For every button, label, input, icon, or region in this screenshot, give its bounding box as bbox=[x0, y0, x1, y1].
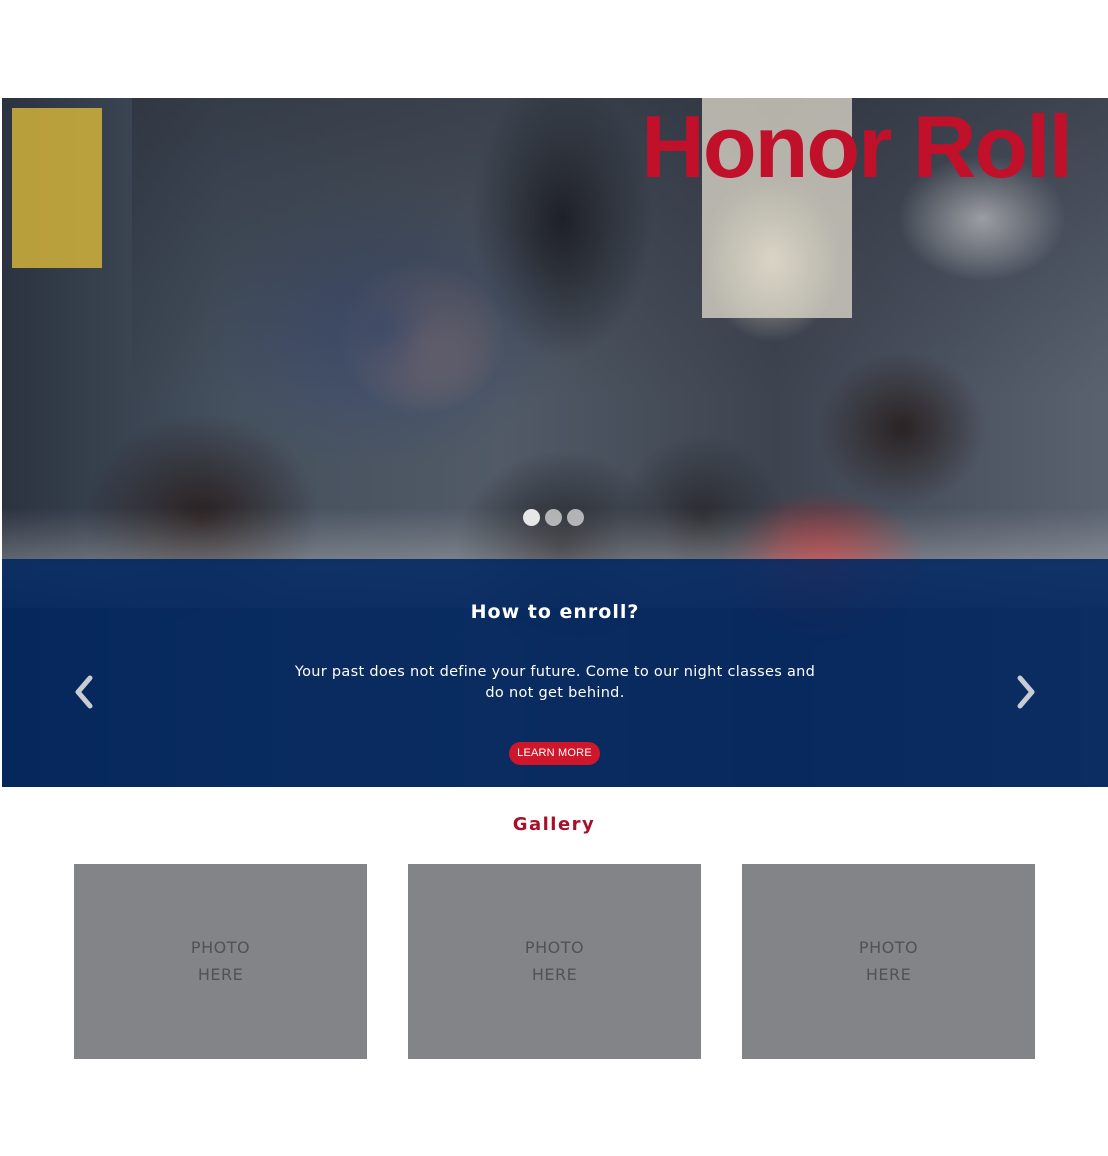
gallery-photo-placeholder[interactable]: PHOTO HERE bbox=[742, 864, 1035, 1059]
chevron-right-icon bbox=[1017, 675, 1035, 709]
carousel-prev-button[interactable] bbox=[70, 672, 100, 712]
hero-carousel: Honor Roll How to enroll? Your past does… bbox=[2, 98, 1108, 787]
caption-heading: How to enroll? bbox=[470, 601, 640, 623]
gallery-photo-placeholder[interactable]: PHOTO HERE bbox=[74, 864, 367, 1059]
chevron-left-icon bbox=[75, 675, 93, 709]
hero-caption-panel: How to enroll? Your past does not define… bbox=[2, 559, 1108, 787]
photo-placeholder-label: PHOTO HERE bbox=[524, 938, 585, 984]
carousel-dot-2[interactable] bbox=[545, 509, 562, 526]
page: Honor Roll How to enroll? Your past does… bbox=[0, 0, 1108, 1156]
carousel-dot-3[interactable] bbox=[567, 509, 584, 526]
carousel-next-button[interactable] bbox=[1010, 672, 1040, 712]
learn-more-button[interactable]: LEARN MORE bbox=[509, 742, 600, 765]
photo-placeholder-label: PHOTO HERE bbox=[858, 938, 919, 984]
carousel-indicators bbox=[523, 509, 584, 526]
caption-body: Your past does not define your future. C… bbox=[294, 664, 816, 701]
carousel-dot-1[interactable] bbox=[523, 509, 540, 526]
hero-title: Honor Roll bbox=[641, 98, 1073, 196]
gallery-title: Gallery bbox=[512, 814, 596, 835]
photo-placeholder-label: PHOTO HERE bbox=[190, 938, 251, 984]
gallery-photo-placeholder[interactable]: PHOTO HERE bbox=[408, 864, 701, 1059]
